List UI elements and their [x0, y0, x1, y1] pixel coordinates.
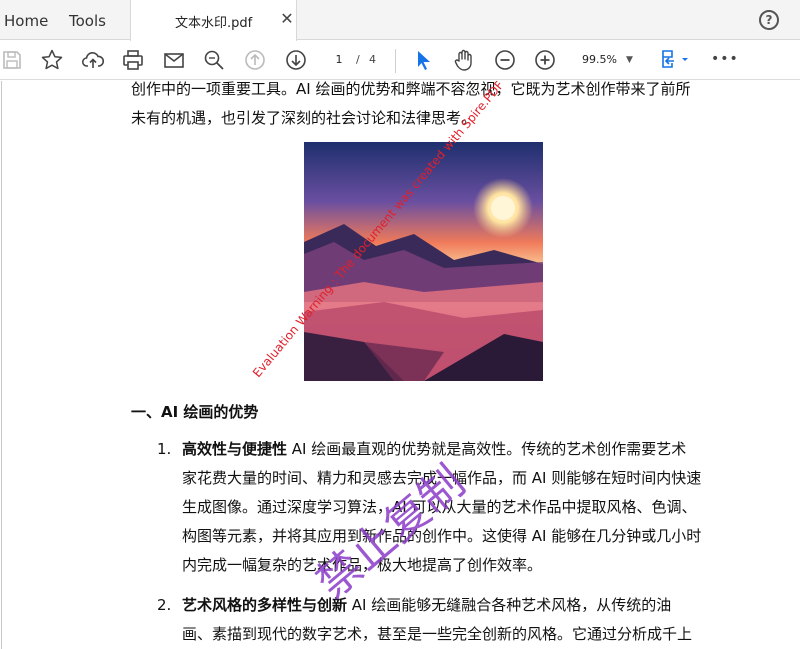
list-item-title: 高效性与便捷性 — [182, 440, 288, 458]
document-tab-label: 文本水印.pdf — [175, 16, 253, 31]
toolbar-divider — [395, 49, 396, 73]
list-item-text: AI 绘画能够无缝融合各种艺术风格，从传统的油 — [347, 596, 672, 614]
hand-tool-icon[interactable] — [452, 48, 476, 72]
list-item-line: 构图等元素，并将其应用到新作品的创作中。这使得 AI 能够在几分钟或几小时 — [182, 527, 702, 545]
close-icon[interactable]: ✕ — [279, 10, 295, 28]
save-icon[interactable] — [0, 48, 24, 72]
star-icon[interactable] — [40, 48, 64, 72]
page-edge — [1, 81, 2, 649]
list-item-text: AI 绘画最直观的优势就是高效性。传统的艺术创作需要艺术 — [287, 440, 687, 458]
print-icon[interactable] — [121, 48, 145, 72]
list-item-number: 1. — [157, 440, 172, 458]
zoom-level-value: 99.5% — [582, 53, 617, 66]
zoom-level-select[interactable]: 99.5% ▼ — [574, 49, 640, 71]
page-down-icon[interactable] — [284, 48, 308, 72]
select-cursor-icon[interactable] — [412, 48, 436, 72]
section-heading: 一、AI 绘画的优势 — [131, 403, 259, 421]
toolbar: 1 / 4 99.5% ▼ ••• — [0, 41, 800, 80]
search-zoom-icon[interactable] — [202, 48, 226, 72]
mail-icon[interactable] — [162, 48, 186, 72]
more-options-icon[interactable]: ••• — [711, 52, 739, 66]
tab-home[interactable]: Home — [4, 0, 48, 40]
list-item-line: 艺术风格的多样性与创新 AI 绘画能够无缝融合各种艺术风格，从传统的油 — [182, 594, 671, 616]
zoom-in-icon[interactable] — [533, 48, 557, 72]
tab-document[interactable]: 文本水印.pdf ✕ — [130, 0, 297, 41]
page-number-input[interactable]: 1 — [322, 49, 356, 71]
page-separator: / — [356, 53, 360, 66]
document-view[interactable]: 创作中的一项重要工具。AI 绘画的优势和弊端不容忽视，它既为艺术创作带来了前所 … — [0, 81, 800, 649]
paragraph-line: 创作中的一项重要工具。AI 绘画的优势和弊端不容忽视，它既为艺术创作带来了前所 — [131, 81, 691, 98]
paragraph-line: 未有的机遇，也引发了深刻的社会讨论和法律思考。 — [131, 109, 477, 127]
page-total: 4 — [369, 53, 376, 66]
list-item-number: 2. — [157, 596, 172, 614]
cloud-upload-icon[interactable] — [81, 48, 105, 72]
list-item-title: 艺术风格的多样性与创新 — [182, 596, 348, 614]
list-item-line: 画、素描到现代的数字艺术，甚至是一些完全创新的风格。它通过分析成千上 — [182, 625, 693, 643]
tab-bar: Home Tools 文本水印.pdf ✕ ? — [0, 0, 800, 41]
help-icon[interactable]: ? — [759, 10, 779, 30]
page-up-icon[interactable] — [243, 48, 267, 72]
page-fit-icon[interactable] — [660, 48, 694, 72]
chevron-down-icon: ▼ — [626, 55, 633, 65]
tab-tools[interactable]: Tools — [69, 0, 106, 40]
zoom-out-icon[interactable] — [493, 48, 517, 72]
